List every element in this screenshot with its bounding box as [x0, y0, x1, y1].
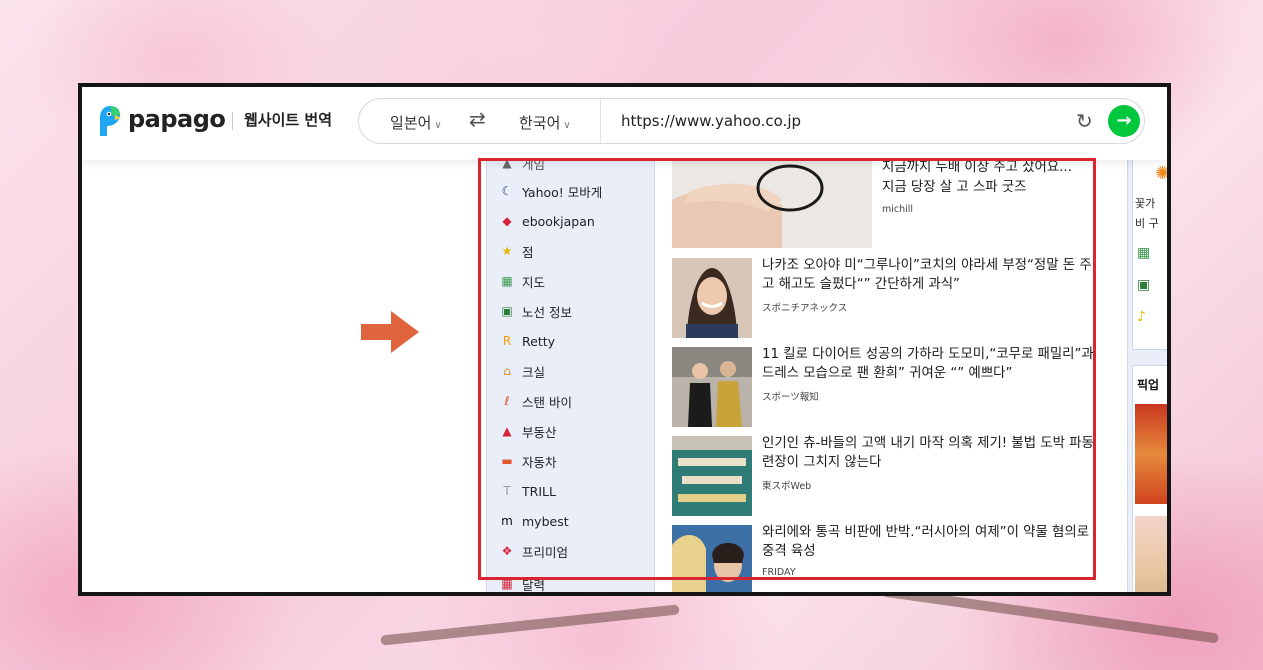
header-divider [232, 112, 233, 130]
chevron-down-icon: ∨ [563, 120, 571, 131]
papago-parrot-icon [100, 106, 121, 136]
weather-box: ✺ 꽃가 비 구 ▦ ▣ ♪ [1132, 158, 1171, 350]
branch-decoration [380, 604, 680, 646]
pickup-box: 픽업 [1132, 365, 1167, 592]
weather-text: 비 구 [1135, 217, 1159, 230]
brand-name[interactable]: papago [128, 105, 226, 133]
source-language-label: 일본어 [390, 114, 432, 132]
translate-bar: 일본어 ∨ ⇄ 한국어 ∨ https://www.yahoo.co.jp ↻ → [358, 98, 1145, 144]
target-language-select[interactable]: 한국어 ∨ [519, 112, 571, 133]
url-divider [600, 99, 601, 143]
highlight-box [478, 158, 1096, 580]
product-name: 웹사이트 번역 [244, 111, 333, 129]
arrow-right-icon [361, 311, 419, 353]
pickup-thumbnail[interactable] [1135, 404, 1167, 504]
chevron-down-icon: ∨ [434, 120, 442, 131]
bell-icon: ♪ [1137, 309, 1146, 325]
pickup-label: 픽업 [1137, 378, 1160, 392]
url-input[interactable]: https://www.yahoo.co.jp [621, 112, 801, 130]
pickup-thumbnail[interactable] [1135, 516, 1167, 592]
weather-text: 꽃가 [1135, 197, 1156, 210]
right-column: ✺ 꽃가 비 구 ▦ ▣ ♪ 픽업 [1127, 158, 1171, 592]
swap-languages-icon[interactable]: ⇄ [469, 107, 486, 131]
go-button[interactable]: → [1108, 105, 1140, 137]
target-language-label: 한국어 [519, 114, 561, 132]
train-icon: ▣ [1137, 277, 1151, 293]
building-icon: ▦ [1137, 245, 1151, 261]
source-language-select[interactable]: 일본어 ∨ [390, 112, 442, 133]
sun-icon: ✺ [1155, 163, 1171, 184]
papago-header: papago 웹사이트 번역 일본어 ∨ ⇄ 한국어 ∨ https://www.y… [82, 87, 1167, 160]
refresh-icon[interactable]: ↻ [1076, 109, 1093, 133]
